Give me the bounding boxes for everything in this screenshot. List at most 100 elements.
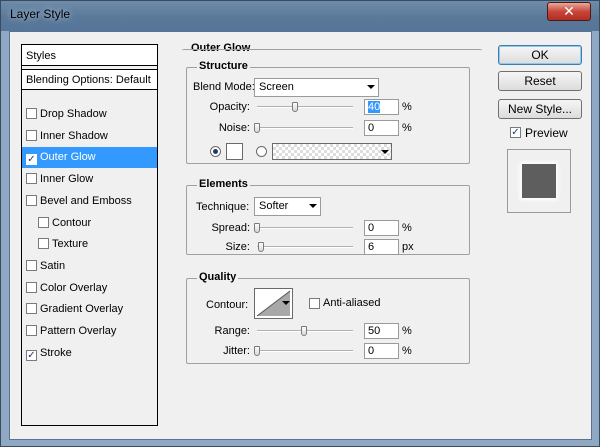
new-style-button[interactable]: New Style... (498, 99, 582, 119)
style-item-texture[interactable]: Texture (22, 234, 157, 255)
size-unit: px (402, 241, 414, 253)
technique-select[interactable]: Softer (254, 197, 321, 216)
range-input[interactable]: 50 (364, 323, 399, 339)
style-item-label: Drop Shadow (40, 108, 107, 120)
jitter-unit: % (402, 345, 412, 357)
style-item-label: Inner Shadow (40, 130, 108, 142)
style-item-outer-glow[interactable]: ✓ Outer Glow (22, 147, 157, 168)
inner-glow-checkbox[interactable] (26, 173, 37, 184)
styles-header[interactable]: Styles (22, 45, 157, 66)
chevron-down-icon (367, 85, 375, 89)
outer-glow-checkbox[interactable]: ✓ (26, 154, 37, 165)
jitter-slider-track[interactable] (257, 350, 353, 352)
chevron-down-icon (309, 204, 317, 208)
style-item-label: Stroke (40, 347, 72, 359)
style-item-label: Outer Glow (40, 151, 96, 163)
style-item-label: Bevel and Emboss (40, 195, 132, 207)
style-item-inner-shadow[interactable]: Inner Shadow (22, 126, 157, 147)
jitter-slider-thumb[interactable] (254, 346, 260, 356)
style-item-label: Gradient Overlay (40, 303, 124, 315)
bevel-emboss-checkbox[interactable] (26, 195, 37, 206)
spread-unit: % (402, 222, 412, 234)
noise-unit: % (402, 122, 412, 134)
gradient-overlay-checkbox[interactable] (26, 303, 37, 314)
stroke-checkbox[interactable]: ✓ (26, 350, 37, 361)
blending-options-item[interactable]: Blending Options: Default (22, 69, 157, 90)
style-item-label: Inner Glow (40, 173, 94, 185)
style-item-gradient-overlay[interactable]: Gradient Overlay (22, 299, 157, 320)
contour-label: Contour: (206, 299, 249, 311)
style-item-color-overlay[interactable]: Color Overlay (22, 278, 157, 299)
window-title: Layer Style (10, 7, 71, 21)
noise-slider-track[interactable] (257, 127, 353, 129)
style-item-label: Color Overlay (40, 282, 108, 294)
size-slider-thumb[interactable] (258, 242, 264, 252)
opacity-slider-track[interactable] (257, 106, 353, 108)
technique-label: Technique: (196, 201, 250, 213)
color-overlay-checkbox[interactable] (26, 282, 37, 293)
drop-shadow-checkbox[interactable] (26, 108, 37, 119)
blend-mode-select[interactable]: Screen (254, 78, 379, 97)
opacity-unit: % (402, 101, 412, 113)
size-input[interactable]: 6 (364, 239, 399, 255)
style-item-inner-glow[interactable]: Inner Glow (22, 169, 157, 190)
inner-shadow-checkbox[interactable] (26, 130, 37, 141)
opacity-input[interactable]: 40 (364, 99, 399, 115)
jitter-input[interactable]: 0 (364, 343, 399, 359)
range-label: Range: (214, 325, 250, 337)
preview-checkbox[interactable]: ✓ (510, 127, 521, 138)
satin-checkbox[interactable] (26, 260, 37, 271)
size-label: Size: (225, 241, 250, 253)
spread-slider-track[interactable] (257, 227, 353, 229)
anti-aliased-checkbox[interactable] (309, 298, 320, 309)
blend-mode-label: Blend Mode: (193, 81, 255, 93)
texture-checkbox[interactable] (38, 238, 49, 249)
structure-title: Structure (197, 60, 250, 72)
elements-title: Elements (197, 178, 250, 190)
style-preview (507, 149, 571, 213)
noise-slider-thumb[interactable] (254, 123, 260, 133)
opacity-slider-thumb[interactable] (292, 102, 298, 112)
pattern-overlay-checkbox[interactable] (26, 325, 37, 336)
style-item-label: Texture (52, 238, 89, 250)
ok-button[interactable]: OK (498, 45, 582, 65)
opacity-label: Opacity: (209, 101, 250, 113)
style-item-label: Pattern Overlay (40, 325, 117, 337)
title-bar[interactable]: Layer Style ✕ (1, 1, 599, 31)
chevron-down-icon (282, 301, 290, 305)
preview-label: Preview (525, 126, 568, 140)
preview-swatch (522, 164, 556, 198)
style-item-label: Satin (40, 260, 66, 272)
style-item-stroke[interactable]: ✓ Stroke (22, 343, 157, 364)
solid-color-radio[interactable] (210, 146, 221, 157)
size-slider-track[interactable] (257, 246, 353, 248)
close-icon: ✕ (563, 3, 575, 19)
style-item-pattern-overlay[interactable]: Pattern Overlay (22, 321, 157, 342)
blend-mode-value: Screen (259, 81, 294, 93)
spread-input[interactable]: 0 (364, 220, 399, 236)
anti-aliased-label: Anti-aliased (323, 297, 381, 309)
contour-checkbox[interactable] (38, 217, 49, 228)
reset-button[interactable]: Reset (498, 71, 582, 91)
range-unit: % (402, 325, 412, 337)
glow-color-swatch[interactable] (226, 143, 243, 160)
style-item-contour[interactable]: Contour (22, 213, 157, 234)
technique-value: Softer (259, 200, 289, 212)
chevron-down-icon (381, 150, 389, 154)
contour-picker[interactable] (254, 288, 293, 319)
style-item-bevel-emboss[interactable]: Bevel and Emboss (22, 191, 157, 212)
noise-input[interactable]: 0 (364, 120, 399, 136)
range-slider-thumb[interactable] (301, 326, 307, 336)
layer-style-dialog: Layer Style ✕ Styles Blending Options: D… (0, 0, 600, 447)
gradient-radio[interactable] (256, 146, 267, 157)
style-item-satin[interactable]: Satin (22, 256, 157, 277)
close-button[interactable]: ✕ (547, 2, 591, 21)
noise-label: Noise: (218, 122, 250, 134)
quality-title: Quality (197, 271, 239, 283)
style-item-label: Contour (52, 217, 92, 229)
spread-label: Spread: (211, 222, 250, 234)
glow-gradient-picker[interactable] (272, 143, 392, 160)
style-item-drop-shadow[interactable]: Drop Shadow (22, 104, 157, 125)
jitter-label: Jitter: (223, 345, 250, 357)
spread-slider-thumb[interactable] (254, 223, 260, 233)
